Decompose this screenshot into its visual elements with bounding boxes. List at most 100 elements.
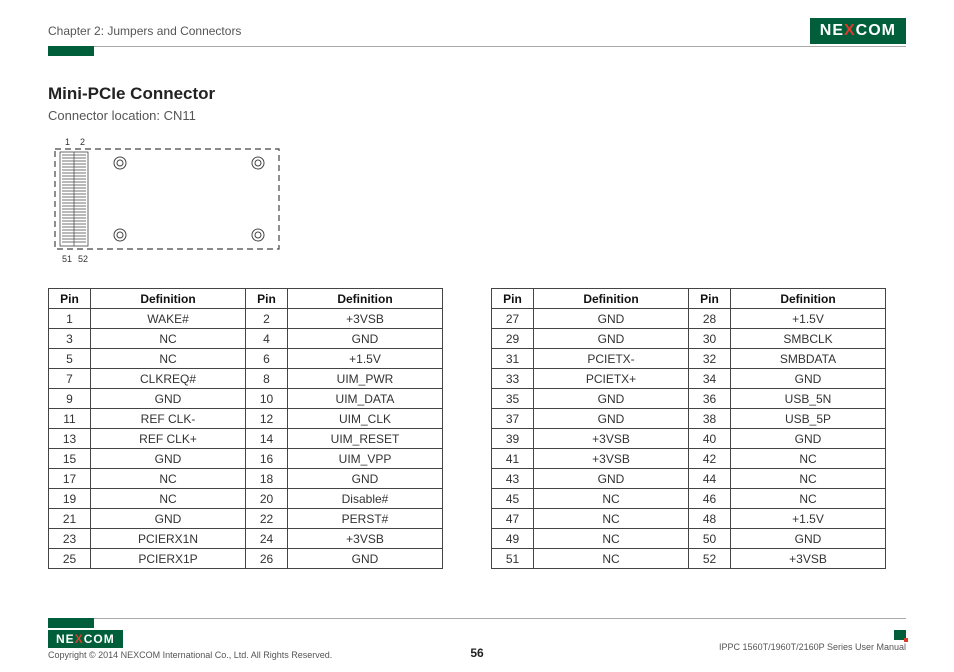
definition-cell: NC xyxy=(91,489,246,509)
pin-cell: 43 xyxy=(492,469,534,489)
pin-cell: 41 xyxy=(492,449,534,469)
pin-cell: 8 xyxy=(246,369,288,389)
definition-cell: GND xyxy=(534,329,689,349)
footer-right: IPPC 1560T/1960T/2160P Series User Manua… xyxy=(719,630,906,652)
pinout-table-left: PinDefinitionPinDefinition1WAKE#2+3VSB3N… xyxy=(48,288,443,569)
pin-cell: 51 xyxy=(492,549,534,569)
definition-cell: +3VSB xyxy=(288,529,443,549)
pin-cell: 26 xyxy=(246,549,288,569)
table-row: 17NC18GND xyxy=(49,469,443,489)
definition-cell: SMBDATA xyxy=(731,349,886,369)
pin-header: Pin xyxy=(49,289,91,309)
pin-cell: 52 xyxy=(689,549,731,569)
pin-cell: 6 xyxy=(246,349,288,369)
pin-cell: 9 xyxy=(49,389,91,409)
pin-1-label: 1 xyxy=(65,137,70,147)
pin-cell: 34 xyxy=(689,369,731,389)
definition-cell: GND xyxy=(731,369,886,389)
definition-cell: GND xyxy=(534,389,689,409)
pin-cell: 24 xyxy=(246,529,288,549)
pin-cell: 36 xyxy=(689,389,731,409)
definition-cell: NC xyxy=(534,529,689,549)
table-row: 11REF CLK-12UIM_CLK xyxy=(49,409,443,429)
pin-cell: 3 xyxy=(49,329,91,349)
table-row: 31PCIETX-32SMBDATA xyxy=(492,349,886,369)
definition-header: Definition xyxy=(91,289,246,309)
footer-left: NEXCOM Copyright © 2014 NEXCOM Internati… xyxy=(48,630,332,660)
table-row: 3NC4GND xyxy=(49,329,443,349)
pin-cell: 50 xyxy=(689,529,731,549)
pin-cell: 2 xyxy=(246,309,288,329)
table-row: 37GND38USB_5P xyxy=(492,409,886,429)
definition-cell: WAKE# xyxy=(91,309,246,329)
pin-cell: 27 xyxy=(492,309,534,329)
pin-cell: 17 xyxy=(49,469,91,489)
pin-cell: 49 xyxy=(492,529,534,549)
pin-cell: 30 xyxy=(689,329,731,349)
copyright-text: Copyright © 2014 NEXCOM International Co… xyxy=(48,650,332,660)
pin-cell: 33 xyxy=(492,369,534,389)
nexcom-logo: NEXCOM xyxy=(810,18,906,44)
page-header: Chapter 2: Jumpers and Connectors NEXCOM xyxy=(48,18,906,44)
definition-cell: GND xyxy=(288,549,443,569)
chapter-label: Chapter 2: Jumpers and Connectors xyxy=(48,24,241,38)
pin-cell: 7 xyxy=(49,369,91,389)
table-row: 13REF CLK+14UIM_RESET xyxy=(49,429,443,449)
pin-cell: 46 xyxy=(689,489,731,509)
pin-cell: 16 xyxy=(246,449,288,469)
table-row: 41+3VSB42NC xyxy=(492,449,886,469)
pin-cell: 12 xyxy=(246,409,288,429)
pinout-tables: PinDefinitionPinDefinition1WAKE#2+3VSB3N… xyxy=(48,288,906,569)
page-number: 56 xyxy=(470,646,483,660)
pin-51-label: 51 xyxy=(62,254,72,264)
table-row: 1WAKE#2+3VSB xyxy=(49,309,443,329)
table-row: 51NC52+3VSB xyxy=(492,549,886,569)
definition-cell: NC xyxy=(731,489,886,509)
definition-cell: UIM_PWR xyxy=(288,369,443,389)
mounting-holes xyxy=(114,157,264,241)
pin-2-label: 2 xyxy=(80,137,85,147)
pin-cell: 15 xyxy=(49,449,91,469)
definition-cell: SMBCLK xyxy=(731,329,886,349)
definition-cell: GND xyxy=(288,329,443,349)
header-rule xyxy=(48,46,906,47)
table-row: 47NC48+1.5V xyxy=(492,509,886,529)
definition-cell: +3VSB xyxy=(731,549,886,569)
definition-cell: USB_5N xyxy=(731,389,886,409)
mini-pcie-diagram-svg: 1 2 xyxy=(50,135,285,265)
definition-cell: NC xyxy=(534,549,689,569)
definition-cell: UIM_CLK xyxy=(288,409,443,429)
pin-header: Pin xyxy=(492,289,534,309)
definition-cell: CLKREQ# xyxy=(91,369,246,389)
definition-cell: NC xyxy=(91,329,246,349)
table-row: 9GND10UIM_DATA xyxy=(49,389,443,409)
table-row: 15GND16UIM_VPP xyxy=(49,449,443,469)
definition-cell: PCIETX+ xyxy=(534,369,689,389)
definition-cell: REF CLK+ xyxy=(91,429,246,449)
page-title: Mini-PCIe Connector xyxy=(48,84,906,104)
pin-cell: 32 xyxy=(689,349,731,369)
manual-name: IPPC 1560T/1960T/2160P Series User Manua… xyxy=(719,642,906,652)
pin-cell: 42 xyxy=(689,449,731,469)
connector-location: Connector location: CN11 xyxy=(48,108,906,123)
table-row: 23PCIERX1N24+3VSB xyxy=(49,529,443,549)
definition-cell: +1.5V xyxy=(288,349,443,369)
table-row: 35GND36USB_5N xyxy=(492,389,886,409)
table-row: 21GND22PERST# xyxy=(49,509,443,529)
definition-cell: +1.5V xyxy=(731,309,886,329)
pin-cell: 31 xyxy=(492,349,534,369)
definition-cell: GND xyxy=(731,529,886,549)
pin-cell: 21 xyxy=(49,509,91,529)
definition-cell: GND xyxy=(534,469,689,489)
pin-cell: 19 xyxy=(49,489,91,509)
pin-cell: 14 xyxy=(246,429,288,449)
pinout-table-right: PinDefinitionPinDefinition27GND28+1.5V29… xyxy=(491,288,886,569)
definition-cell: USB_5P xyxy=(731,409,886,429)
table-row: 49NC50GND xyxy=(492,529,886,549)
definition-cell: GND xyxy=(91,449,246,469)
definition-cell: NC xyxy=(534,509,689,529)
pin-cell: 10 xyxy=(246,389,288,409)
footer-nexcom-logo: NEXCOM xyxy=(48,630,123,648)
table-row: 7CLKREQ#8UIM_PWR xyxy=(49,369,443,389)
connector-diagram: 1 2 xyxy=(48,135,906,270)
